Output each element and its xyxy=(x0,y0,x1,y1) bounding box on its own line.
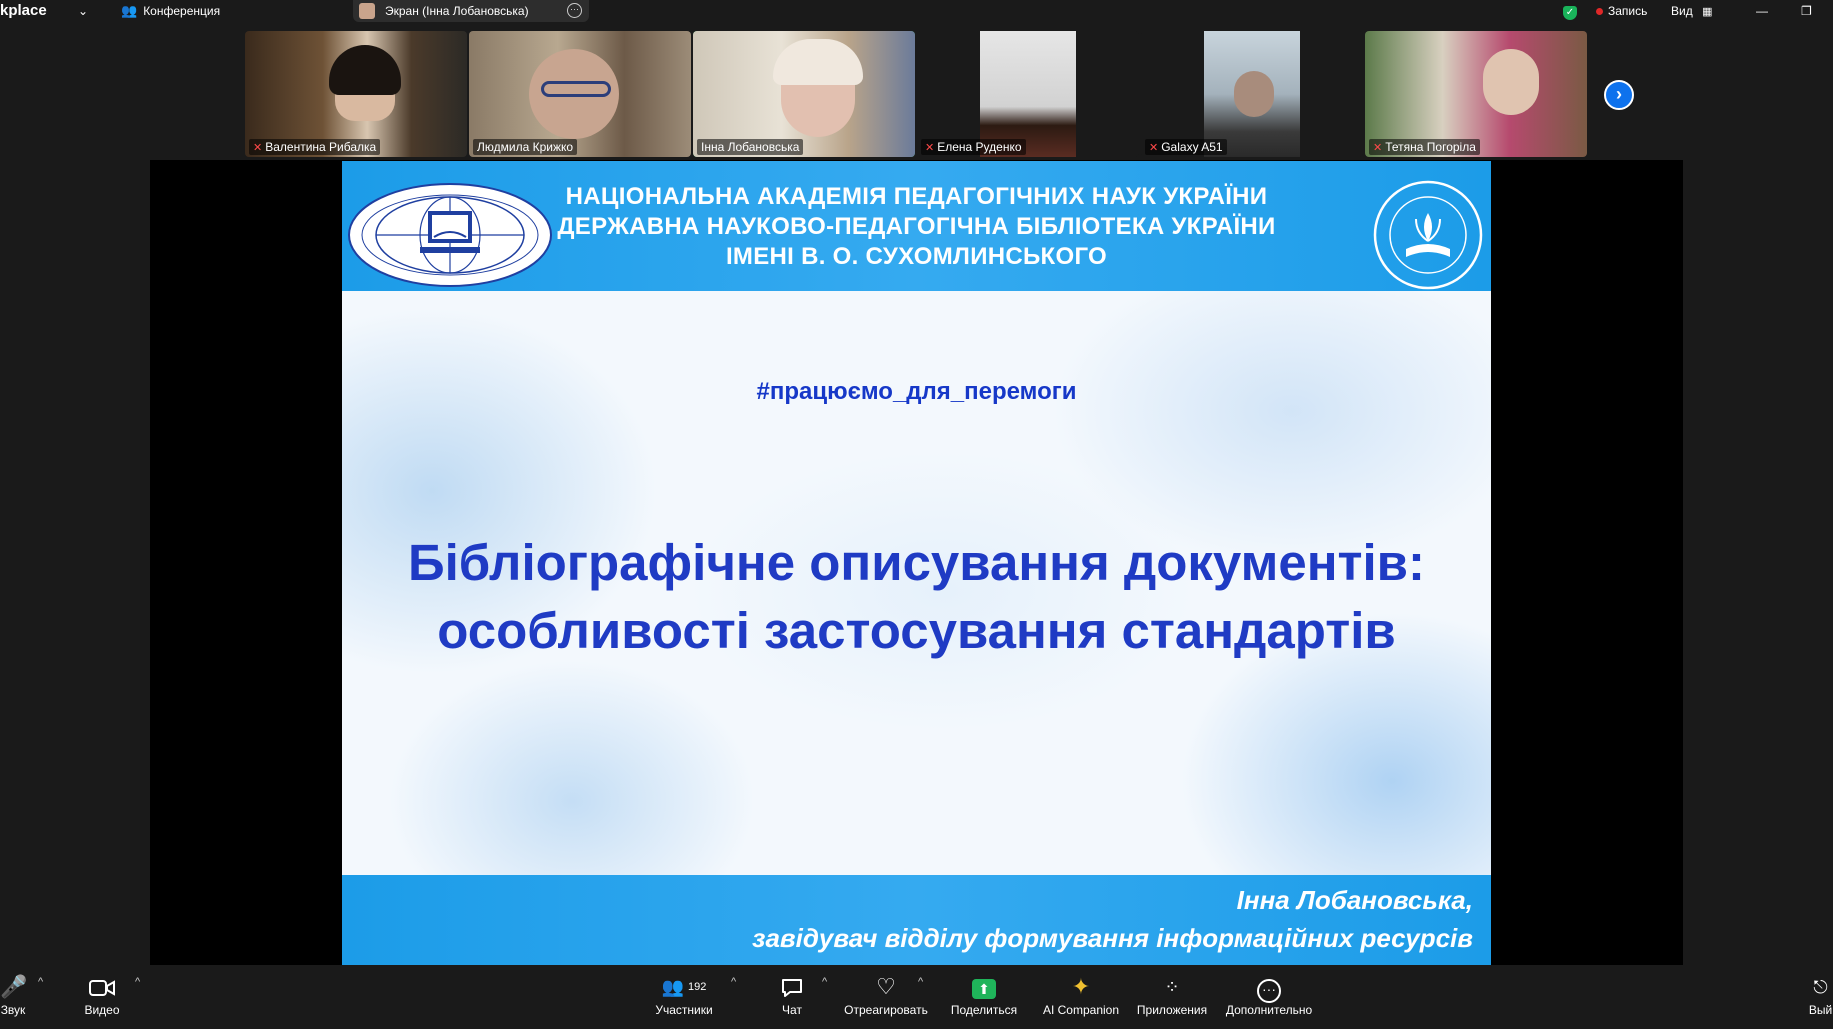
mic-muted-icon: ✕ xyxy=(253,142,263,154)
video-label: Видео xyxy=(84,1003,120,1017)
participant-silhouette xyxy=(1234,71,1274,117)
chat-label: Чат xyxy=(782,1003,802,1017)
chevron-down-icon[interactable]: ⌄ xyxy=(78,0,88,22)
more-dots-icon: ··· xyxy=(1220,974,1318,1003)
chat-bubble-icon xyxy=(772,974,812,1000)
slide-author: Інна Лобановська, xyxy=(1236,885,1473,915)
conference-menu[interactable]: 👥 Конференция xyxy=(121,0,220,22)
share-screen-button[interactable]: ⬆ Поделиться xyxy=(944,966,1024,1029)
ai-companion-label: AI Companion xyxy=(1042,1003,1120,1017)
participants-icon: 👥 192 xyxy=(661,977,707,997)
record-dot-icon xyxy=(1596,8,1603,15)
slide-header: НАЦІОНАЛЬНА АКАДЕМІЯ ПЕДАГОГІЧНИХ НАУК У… xyxy=(342,161,1491,291)
app-name: kplace xyxy=(0,2,47,19)
participant-tile[interactable]: ✕ Тетяна Погоріла xyxy=(1365,31,1587,157)
meeting-toolbar: 🎤 Звук ^ Видео ^ 👥 192 Участники ^ Чат ^ … xyxy=(0,966,1833,1029)
participant-name: Інна Лобановська xyxy=(697,139,804,155)
slide-title-line: Бібліографічне описування документів: xyxy=(407,534,1425,591)
participant-tile-active-speaker[interactable]: Інна Лобановська xyxy=(693,31,915,157)
chevron-right-icon: › xyxy=(1616,84,1622,104)
audio-options-caret[interactable]: ^ xyxy=(38,976,43,988)
view-label: Вид xyxy=(1671,4,1693,18)
apps-label: Приложения xyxy=(1136,1003,1208,1017)
avatar xyxy=(359,3,375,19)
video-camera-icon xyxy=(76,974,128,1000)
slide-title-line: особливості застосування стандартів xyxy=(437,602,1396,659)
participant-name: ✕ Тетяна Погоріла xyxy=(1369,139,1480,155)
slide-author-role: завідувач відділу формування інформаційн… xyxy=(752,923,1473,953)
share-arrow-icon: ⬆ xyxy=(944,974,1024,1000)
participants-label: Участники xyxy=(655,1003,713,1017)
restore-icon[interactable]: ❐ xyxy=(1801,0,1812,22)
record-label: Запись xyxy=(1608,4,1648,18)
more-options-icon[interactable]: ··· xyxy=(567,3,582,18)
participant-name: ✕ Валентина Рибалка xyxy=(249,139,381,155)
participant-tile[interactable]: ✕ Валентина Рибалка xyxy=(245,31,467,157)
chat-options-caret[interactable]: ^ xyxy=(822,976,827,988)
mic-muted-icon: 🎤 xyxy=(0,974,28,999)
apps-grid-icon: ⁘ xyxy=(1164,977,1180,997)
meeting-top-bar: kplace ⌄ 👥 Конференция Экран (Інна Лобано… xyxy=(0,0,1833,22)
screen-share-label: Экран (Інна Лобановська) xyxy=(385,4,529,18)
participant-name: ✕ Galaxy A51 xyxy=(1145,139,1227,155)
leave-icon: ⎋ xyxy=(1813,977,1828,997)
participant-name: Людмила Крижко xyxy=(473,139,578,155)
grid-icon: ▦ xyxy=(1702,6,1713,18)
video-options-caret[interactable]: ^ xyxy=(135,976,140,988)
apps-button[interactable]: ⁘ Приложения xyxy=(1134,966,1210,1029)
leave-button[interactable]: ⎋ Вый xyxy=(1808,966,1833,1029)
participant-tile[interactable]: ✕ Елена Руденко xyxy=(917,31,1139,157)
participant-silhouette xyxy=(1483,49,1539,115)
participants-count: 192 xyxy=(688,981,707,993)
conference-label: Конференция xyxy=(143,4,221,18)
ai-companion-button[interactable]: ✦ AI Companion xyxy=(1036,966,1126,1029)
share-label: Поделиться xyxy=(950,1003,1018,1017)
people-icon: 👥 xyxy=(121,3,138,18)
participant-name: ✕ Елена Руденко xyxy=(921,139,1026,155)
react-label: Отреагировать xyxy=(844,1003,928,1017)
video-button[interactable]: Видео xyxy=(76,966,128,1029)
next-page-button[interactable]: › xyxy=(1604,80,1634,110)
mic-muted-icon: ✕ xyxy=(925,142,935,154)
view-menu[interactable]: Вид ▦ xyxy=(1671,0,1712,22)
slide-header-line: ДЕРЖАВНА НАУКОВО-ПЕДАГОГІЧНА БІБЛІОТЕКА … xyxy=(557,213,1276,240)
participant-glasses xyxy=(541,81,611,97)
participants-button[interactable]: 👥 192 Участники xyxy=(650,966,718,1029)
slide-footer: Інна Лобановська, завідувач відділу форм… xyxy=(342,875,1491,965)
react-options-caret[interactable]: ^ xyxy=(918,976,923,988)
leave-label: Вый xyxy=(1808,1003,1833,1017)
audio-button[interactable]: 🎤 Звук xyxy=(0,966,28,1029)
presentation-slide: НАЦІОНАЛЬНА АКАДЕМІЯ ПЕДАГОГІЧНИХ НАУК У… xyxy=(342,161,1491,965)
recording-indicator[interactable]: Запись xyxy=(1596,0,1647,22)
participant-strip: ✕ Валентина Рибалка Людмила Крижко Інна Л… xyxy=(0,31,1833,157)
more-label: Дополнительно xyxy=(1225,1003,1313,1017)
mic-muted-icon: ✕ xyxy=(1149,142,1159,154)
participant-tile[interactable]: ✕ Galaxy A51 xyxy=(1141,31,1363,157)
participants-options-caret[interactable]: ^ xyxy=(731,976,736,988)
minimize-icon[interactable]: — xyxy=(1756,0,1768,22)
more-button[interactable]: ··· Дополнительно xyxy=(1220,966,1318,1029)
audio-label: Звук xyxy=(0,1003,26,1017)
mic-muted-icon: ✕ xyxy=(1373,142,1383,154)
sparkle-icon: ✦ xyxy=(1071,974,1091,999)
academy-emblem-logo xyxy=(1373,180,1483,290)
slide-header-line: НАЦІОНАЛЬНА АКАДЕМІЯ ПЕДАГОГІЧНИХ НАУК У… xyxy=(565,183,1268,210)
slide-header-line: ІМЕНІ В. О. СУХОМЛИНСЬКОГО xyxy=(725,243,1108,270)
security-shield-icon[interactable]: ✓ xyxy=(1563,0,1577,22)
screen-share-indicator[interactable]: Экран (Інна Лобановська) ··· xyxy=(353,0,589,22)
chat-button[interactable]: Чат xyxy=(772,966,812,1029)
participant-tile[interactable]: Людмила Крижко xyxy=(469,31,691,157)
slide-hashtag: #працюємо_для_перемоги xyxy=(756,378,1077,405)
